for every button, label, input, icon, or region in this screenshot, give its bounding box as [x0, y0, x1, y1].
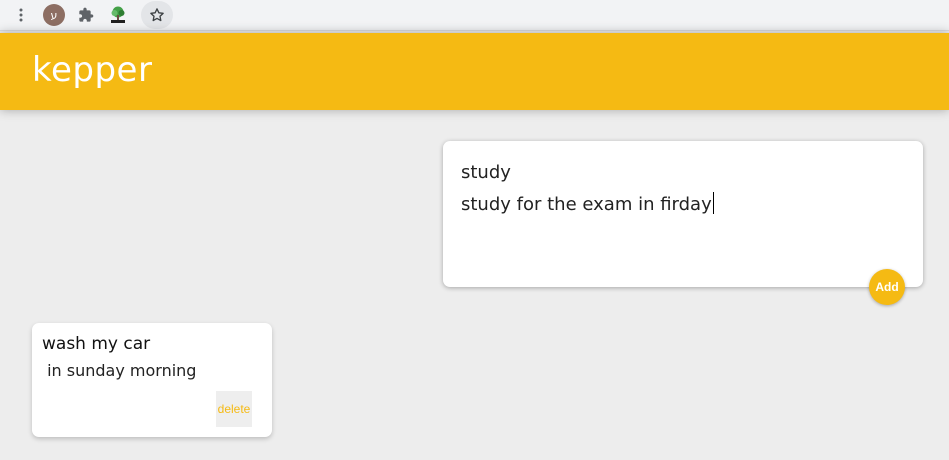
app-header: kepper	[0, 33, 949, 110]
extensions-icon[interactable]	[74, 3, 98, 27]
note-content: in sunday morning	[42, 361, 197, 380]
profile-avatar-button[interactable]: ע	[42, 3, 66, 27]
bookmark-star-icon	[150, 8, 164, 22]
note-content-text: study for the exam in firday	[461, 194, 712, 215]
browser-toolbar: ע	[0, 0, 949, 31]
delete-note-button[interactable]: delete	[216, 391, 252, 427]
menu-dots-icon[interactable]	[9, 3, 33, 27]
note-title-input[interactable]	[461, 159, 901, 185]
text-cursor	[712, 192, 714, 214]
note-card: wash my car in sunday morning delete	[32, 323, 272, 437]
add-note-button[interactable]: Add	[869, 269, 905, 305]
tree-extension-icon[interactable]	[106, 3, 130, 27]
bookmark-star-button[interactable]	[141, 1, 173, 29]
app-title: kepper	[32, 50, 153, 90]
note-title: wash my car	[42, 334, 151, 354]
create-note-form: study for the exam in firday	[443, 141, 923, 287]
avatar: ע	[43, 4, 65, 26]
note-content-textarea[interactable]: study for the exam in firday	[461, 192, 901, 252]
